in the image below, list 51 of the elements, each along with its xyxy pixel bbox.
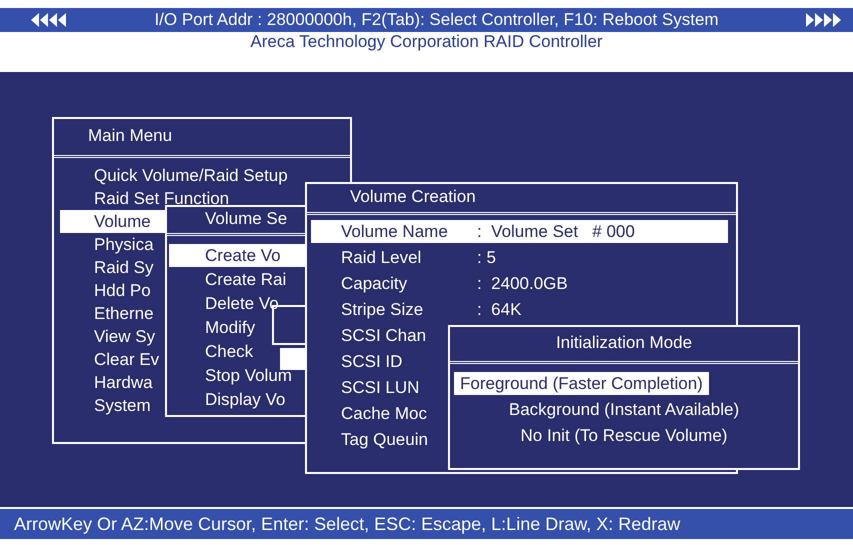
menu-item[interactable]: Hdd Po — [60, 279, 151, 302]
menu-option[interactable]: Foreground (Faster Completion) — [454, 372, 709, 395]
setting-row[interactable]: Capacity : 2400.0GB — [311, 272, 568, 295]
window-title: Volume Creation — [350, 187, 476, 206]
setting-value: : 5 — [477, 247, 496, 269]
menu-item[interactable]: Etherne — [60, 302, 154, 325]
window-title: Volume Se — [205, 209, 288, 228]
setting-label: SCSI Chan — [341, 325, 426, 347]
setting-value: : 2400.0GB — [477, 273, 568, 295]
setting-row[interactable]: Tag Queuin — [311, 428, 428, 451]
menu-item[interactable]: Check — [169, 340, 254, 363]
setting-value: : 64K — [477, 299, 522, 321]
window-title: Initialization Mode — [556, 333, 692, 352]
right-arrows-icon — [805, 12, 843, 28]
key-help-text: ArrowKey Or AZ:Move Cursor, Enter: Select, ESC: Escape, L:Line Draw, X: Redraw — [14, 514, 680, 534]
setting-row[interactable]: Cache Moc — [311, 402, 427, 425]
menu-item[interactable]: Modify — [169, 316, 256, 339]
setting-label: Stripe Size — [341, 299, 424, 321]
menu-item[interactable]: Clear Ev — [60, 348, 160, 371]
menu-item[interactable]: Create Vo — [169, 244, 305, 267]
menu-item[interactable]: Create Rai — [169, 268, 286, 291]
setting-value: : Volume Set # 000 — [477, 221, 635, 243]
setting-row[interactable]: SCSI LUN — [311, 376, 420, 399]
menu-item[interactable]: Quick Volume/Raid Setup — [60, 164, 288, 187]
menu-item[interactable]: Raid Sy — [60, 256, 154, 279]
setting-row[interactable]: SCSI ID — [311, 350, 402, 373]
setting-label: Volume Name — [341, 221, 449, 243]
setting-row[interactable]: Stripe Size : 64K — [311, 298, 522, 321]
setting-label: Cache Moc — [341, 403, 427, 425]
setting-label: Capacity — [341, 273, 408, 295]
left-arrows-icon — [30, 12, 68, 28]
menu-option[interactable]: Background (Instant Available) — [502, 398, 746, 421]
menu-item[interactable]: Raid Set Function — [60, 187, 230, 210]
header-text: I/O Port Addr : 28000000h, F2(Tab): Select Controller, F10: Reboot System — [154, 10, 719, 30]
setting-label: SCSI ID — [341, 351, 402, 373]
setting-label: Tag Queuin — [341, 429, 428, 451]
setting-label: SCSI LUN — [341, 377, 420, 399]
menu-item[interactable]: Volume — [60, 210, 165, 233]
setting-label: Raid Level — [341, 247, 422, 269]
menu-item[interactable]: View Sy — [60, 325, 156, 348]
controller-title: Areca Technology Corporation RAID Controller — [250, 32, 603, 52]
menu-item[interactable]: Stop Volum — [169, 364, 292, 387]
menu-item[interactable]: Hardwa — [60, 371, 153, 394]
menu-item[interactable]: System — [60, 394, 151, 417]
window-title: Main Menu — [88, 126, 172, 145]
menu-item[interactable]: Display Vo — [169, 388, 286, 411]
setting-row[interactable]: Raid Level : 5 — [311, 246, 496, 269]
setting-row[interactable]: SCSI Chan — [311, 324, 426, 347]
setting-row[interactable]: Volume Name : Volume Set # 000 — [311, 220, 728, 243]
menu-option[interactable]: No Init (To Rescue Volume) — [514, 424, 734, 447]
menu-item[interactable]: Physica — [60, 233, 154, 256]
